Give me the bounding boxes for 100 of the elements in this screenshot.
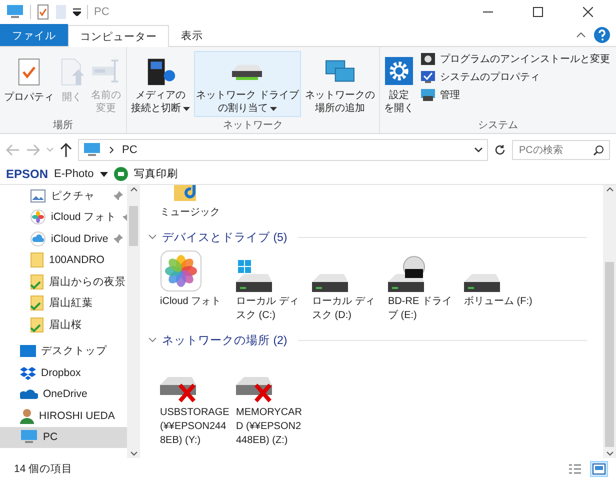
group-header: デバイスとドライブ (5) — [162, 230, 288, 244]
group-label: システム — [478, 119, 518, 133]
search-icon — [593, 144, 604, 156]
ribbon-button[interactable]: 管理 — [418, 87, 612, 103]
ribbon-button[interactable]: ネットワークの 場所の追加 — [302, 51, 377, 117]
settings-icon — [384, 57, 413, 85]
photo-print-button[interactable]: 写真印刷 — [134, 167, 178, 181]
drive-icon — [312, 274, 348, 292]
maximize-icon — [533, 7, 543, 17]
scroll-up-icon[interactable] — [130, 187, 138, 192]
dropdown-icon[interactable] — [100, 172, 108, 176]
product-name: E-Photo — [54, 168, 94, 180]
details-view-icon — [568, 463, 582, 475]
drive-item[interactable]: MEMORYCARD (¥¥EPSON2448EB) (Z:) — [236, 361, 306, 448]
drive-icon — [464, 274, 500, 292]
sidebar-item[interactable]: デスクトップ — [0, 340, 127, 362]
dropdown-icon[interactable] — [73, 8, 81, 16]
document-arrow-icon — [60, 57, 84, 87]
scroll-down-icon[interactable] — [130, 451, 138, 456]
up-arrow-icon — [60, 143, 72, 157]
file-tab[interactable]: ファイル — [0, 24, 68, 46]
sidebar-item[interactable]: OneDrive — [0, 384, 127, 405]
sidebar-item[interactable]: 眉山紅葉 — [0, 292, 127, 314]
close-icon — [583, 7, 593, 17]
drive-item[interactable]: ボリューム (F:) — [464, 250, 534, 323]
photos-icon — [30, 209, 46, 226]
collapse-ribbon-icon[interactable] — [576, 32, 586, 38]
ribbon-button[interactable]: プロパティ — [2, 51, 56, 117]
cloud-icon — [20, 388, 38, 400]
drive-item[interactable]: ローカル ディスク (C:) — [236, 250, 306, 323]
folder-check-icon — [30, 274, 44, 290]
back-arrow-icon — [6, 144, 20, 156]
chevron-down-icon — [46, 147, 54, 153]
sidebar-item[interactable]: HIROSHI UEDA — [0, 405, 127, 426]
sidebar-item[interactable]: iCloud Drive — [0, 228, 127, 250]
dropbox-icon — [20, 366, 36, 380]
folder-check-icon — [30, 316, 44, 333]
caret-icon — [183, 107, 190, 111]
ribbon-button[interactable]: 設定 を開く — [382, 51, 416, 117]
desktop-icon — [20, 345, 36, 358]
ribbon-button[interactable]: プログラムのアンインストールと変更 — [418, 51, 612, 67]
scroll-down-icon[interactable] — [606, 451, 614, 456]
group-label: ネットワーク — [222, 119, 283, 133]
properties-icon[interactable] — [37, 4, 49, 20]
pictures-icon — [30, 188, 46, 203]
printer-icon — [114, 167, 128, 181]
program-box-icon — [420, 52, 436, 66]
refresh-button[interactable] — [494, 144, 506, 156]
cloud-icon — [30, 230, 46, 247]
scroll-thumb[interactable] — [129, 206, 138, 246]
drive-item[interactable]: USBSTORAGE (¥¥EPSON2448EB) (Y:) — [160, 361, 230, 448]
ribbon-button[interactable]: ネットワーク ドライブ の割り当て — [194, 51, 301, 117]
dropdown-icon[interactable] — [474, 147, 483, 153]
sidebar-item[interactable]: 眉山桜 — [0, 314, 127, 336]
computer-icon — [6, 5, 24, 19]
disconnected-network-drive-icon — [236, 377, 272, 403]
window-title: PC — [94, 6, 110, 18]
up-button[interactable] — [60, 143, 72, 157]
search-field[interactable]: PCの検索 — [512, 140, 610, 160]
refresh-icon — [494, 144, 506, 156]
large-icons-view-icon — [592, 463, 606, 475]
folder-icon — [30, 252, 44, 268]
sidebar-item[interactable]: ピクチャ — [0, 185, 127, 206]
sidebar-item[interactable]: PC — [0, 426, 127, 448]
help-icon[interactable] — [594, 27, 610, 43]
chevron-icon[interactable] — [148, 337, 157, 343]
item-label: ミュージック — [160, 206, 221, 220]
scrollbar[interactable] — [127, 185, 140, 458]
chevron-icon — [109, 146, 114, 154]
computer-management-icon — [420, 88, 436, 102]
scroll-thumb[interactable] — [605, 262, 614, 447]
ribbon-button[interactable]: メディアの 接続と切断 — [129, 51, 192, 117]
ribbon-tab[interactable]: コンピューター — [68, 25, 169, 47]
photos-app-icon — [160, 250, 202, 292]
folder-check-icon — [30, 295, 44, 312]
item-count: 14 個の項目 — [14, 462, 74, 476]
user-icon — [20, 408, 34, 424]
sidebar-item[interactable]: Dropbox — [0, 362, 127, 384]
address-field[interactable]: PC — [78, 139, 488, 161]
chevron-icon[interactable] — [148, 234, 157, 240]
monitor-check-icon — [420, 70, 436, 84]
ribbon-button[interactable]: システムのプロパティ — [418, 69, 612, 85]
drive-item[interactable]: BD-RE ドライブ (E:) — [388, 250, 458, 323]
drive-item[interactable]: ローカル ディスク (D:) — [312, 250, 382, 323]
forward-arrow-icon — [26, 144, 40, 156]
group-label: 場所 — [53, 118, 73, 133]
brand-logo: EPSON — [6, 167, 48, 181]
disconnected-network-drive-icon — [160, 377, 196, 403]
scrollbar[interactable] — [603, 185, 616, 458]
drive-item[interactable]: iCloud フォト — [160, 250, 230, 323]
caret-icon — [270, 107, 277, 111]
system-drive-icon — [236, 260, 272, 292]
computer-icon — [20, 430, 38, 444]
properties-icon — [17, 57, 41, 87]
scroll-up-icon[interactable] — [606, 187, 614, 192]
group-header: ネットワークの場所 (2) — [162, 334, 288, 348]
large-icons-view-button[interactable] — [590, 461, 608, 477]
computer-icon — [83, 143, 101, 157]
sidebar-item[interactable]: 眉山からの夜景 — [0, 271, 127, 292]
sidebar-item[interactable]: 100ANDRO — [0, 250, 127, 271]
